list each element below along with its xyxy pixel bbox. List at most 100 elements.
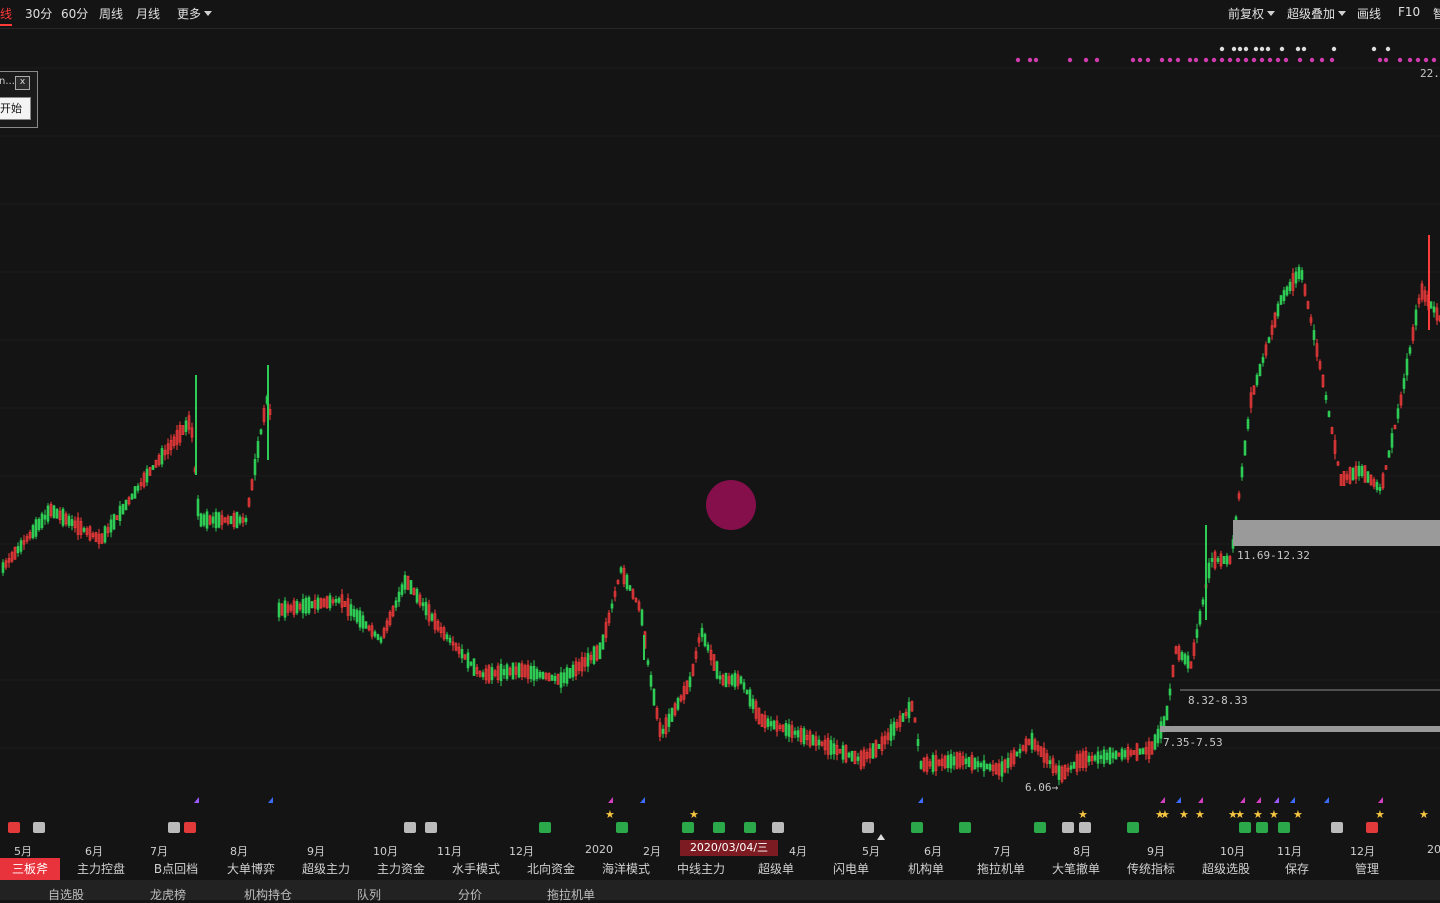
candle-body <box>136 485 140 491</box>
candle-body <box>1387 450 1391 458</box>
tab-sailor[interactable]: 水手模式 <box>447 858 505 880</box>
candle-body <box>373 631 377 637</box>
signal-badge <box>1127 822 1139 833</box>
candle-body <box>985 763 989 770</box>
candle-body <box>112 514 116 530</box>
tab-cancel[interactable]: 大笔撤单 <box>1047 858 1105 880</box>
tab-institution-holdings[interactable]: 机构持仓 <box>244 886 292 903</box>
signal-badge <box>1278 822 1290 833</box>
tab-b-pullback[interactable]: B点回档 <box>147 858 205 880</box>
signal-badge <box>539 822 551 833</box>
f10-button[interactable]: F10 <box>1398 5 1420 19</box>
candle-body <box>1357 465 1361 477</box>
tab-big-order[interactable]: 大单博弈 <box>222 858 280 880</box>
candle-body <box>1390 433 1394 448</box>
tab-main-control[interactable]: 主力控盘 <box>72 858 130 880</box>
overlay-dropdown[interactable]: 超级叠加 <box>1287 5 1347 22</box>
tab-stock-picker[interactable]: 超级选股 <box>1197 858 1255 880</box>
signal-badge <box>1239 822 1251 833</box>
tab-flash-order[interactable]: 闪电单 <box>822 858 880 880</box>
period-60min-tab[interactable]: 60分 <box>61 5 88 22</box>
period-30min-tab[interactable]: 30分 <box>25 5 52 22</box>
signal-dot <box>1329 57 1335 63</box>
adjust-label: 前复权 <box>1228 7 1265 21</box>
period-monthly-tab[interactable]: 月线 <box>136 5 160 22</box>
candle-body <box>529 665 533 680</box>
axis-month-label: 10月 <box>1220 845 1245 858</box>
tab-institution[interactable]: 机构单 <box>897 858 955 880</box>
candle-body <box>745 690 749 694</box>
star-icon: ★ <box>1179 808 1189 821</box>
draw-line-button[interactable]: 画线 <box>1357 5 1381 22</box>
candle-body <box>742 682 746 690</box>
candle-body <box>1351 467 1355 481</box>
signal-dot <box>1265 46 1271 52</box>
candle-body <box>688 676 692 688</box>
candle-body <box>1243 440 1247 456</box>
flag-icon <box>1256 797 1261 803</box>
axis-month-label: 20 <box>1427 843 1440 856</box>
candle-body <box>850 750 854 762</box>
candle-body <box>532 665 536 681</box>
tab-tractor-orders[interactable]: 拖拉机单 <box>547 886 595 903</box>
candle-body <box>490 667 494 681</box>
candle-body <box>151 465 155 470</box>
candle-body <box>31 525 35 539</box>
candle-body <box>244 517 248 523</box>
smart-button[interactable]: 智 <box>1433 5 1440 22</box>
tab-watchlist[interactable]: 自选股 <box>48 886 84 903</box>
tab-price-distribution[interactable]: 分价 <box>458 886 482 903</box>
candle-body <box>841 745 845 760</box>
signal-dot <box>1279 46 1285 52</box>
candle-body <box>337 597 341 603</box>
candle-body <box>67 515 71 526</box>
tab-ocean[interactable]: 海洋模式 <box>597 858 655 880</box>
tab-tractor[interactable]: 拖拉机单 <box>972 858 1030 880</box>
signal-dot <box>1259 57 1265 63</box>
signal-dot <box>1159 57 1165 63</box>
signal-dot <box>1295 46 1301 52</box>
tab-queue[interactable]: 队列 <box>357 886 381 903</box>
tab-traditional[interactable]: 传统指标 <box>1122 858 1180 880</box>
candle-body <box>877 743 881 750</box>
star-icon: ★ <box>1253 808 1263 821</box>
axis-month-label: 4月 <box>789 845 807 858</box>
tab-save[interactable]: 保存 <box>1272 858 1322 880</box>
star-icon: ★ <box>1078 808 1088 821</box>
tab-sanbanfu[interactable]: 三板斧 <box>0 858 60 880</box>
period-weekly-tab[interactable]: 周线 <box>99 5 123 22</box>
signal-dot <box>1175 57 1181 63</box>
candle-body <box>1276 303 1280 317</box>
tab-manage[interactable]: 管理 <box>1342 858 1392 880</box>
flag-icon <box>1160 797 1165 803</box>
candle-body <box>619 567 623 573</box>
candle-body <box>610 603 614 609</box>
close-icon[interactable]: x <box>15 76 30 90</box>
period-daily-tab[interactable]: 线 <box>0 5 13 26</box>
more-periods-dropdown[interactable]: 更多 <box>177 5 213 22</box>
signal-dot <box>1283 57 1289 63</box>
candle-body <box>424 601 428 616</box>
tab-dragon-tiger[interactable]: 龙虎榜 <box>150 886 186 903</box>
candle-body <box>238 516 242 524</box>
candle-body <box>109 519 113 533</box>
candle-body <box>316 597 320 610</box>
candle-body <box>796 730 800 738</box>
zone-label-1: 11.69-12.32 <box>1237 549 1310 562</box>
candle-body <box>130 493 134 500</box>
tab-main-funds[interactable]: 主力资金 <box>372 858 430 880</box>
candle-body <box>403 575 407 590</box>
signal-dot <box>1231 46 1237 52</box>
tab-super-main[interactable]: 超级主力 <box>297 858 355 880</box>
tab-super-order[interactable]: 超级单 <box>747 858 805 880</box>
candlestick-chart[interactable]: ★ ★ ★ ★★ ★ ★ ★★ ★ ★ ★ ★ ★ <box>0 28 1440 840</box>
tab-northbound[interactable]: 北向资金 <box>522 858 580 880</box>
start-button[interactable]: 开始 <box>0 97 31 120</box>
candle-body <box>133 486 137 499</box>
candle-body <box>784 722 788 736</box>
tab-mid-term[interactable]: 中线主力 <box>672 858 730 880</box>
adjust-dropdown[interactable]: 前复权 <box>1228 5 1276 22</box>
axis-month-label: 5月 <box>862 845 880 858</box>
candle-body <box>1429 301 1433 309</box>
candle-body <box>82 527 86 532</box>
